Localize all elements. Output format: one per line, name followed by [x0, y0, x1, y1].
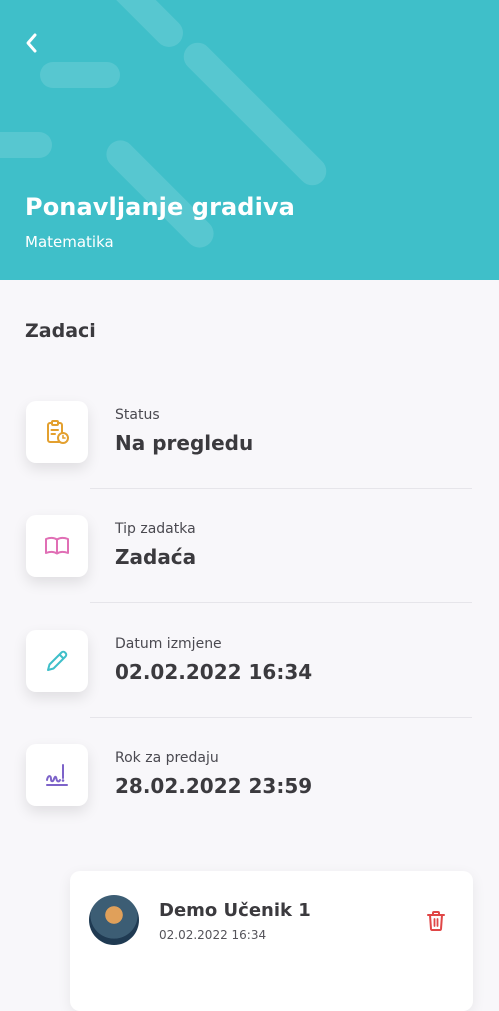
due-date-label: Rok za predaju — [115, 750, 219, 766]
divider — [90, 602, 472, 603]
decorative-stripe — [40, 62, 120, 88]
info-row-modified-date: Datum izmjene 02.02.2022 16:34 — [0, 630, 499, 744]
signature-icon — [46, 764, 68, 786]
status-value: Na pregledu — [115, 431, 254, 455]
icon-card — [26, 515, 88, 577]
task-type-label: Tip zadatka — [115, 521, 196, 537]
student-submission-card[interactable]: Demo Učenik 1 02.02.2022 16:34 — [70, 871, 473, 1011]
page-subtitle: Matematika — [25, 233, 114, 251]
page-title: Ponavljanje gradiva — [25, 193, 295, 221]
student-name: Demo Učenik 1 — [159, 900, 311, 921]
status-label: Status — [115, 407, 160, 423]
icon-card — [26, 744, 88, 806]
info-row-task-type: Tip zadatka Zadaća — [0, 515, 499, 629]
trash-icon — [427, 911, 445, 931]
info-row-due-date: Rok za predaju 28.02.2022 23:59 — [0, 744, 499, 858]
pencil-icon — [47, 650, 68, 671]
clipboard-clock-icon — [47, 420, 69, 444]
due-date-value: 28.02.2022 23:59 — [115, 774, 313, 798]
submission-date: 02.02.2022 16:34 — [159, 928, 267, 942]
modified-date-value: 02.02.2022 16:34 — [115, 660, 313, 684]
chevron-left-icon — [26, 33, 37, 53]
icon-card — [26, 630, 88, 692]
back-button[interactable] — [16, 28, 46, 58]
divider — [90, 717, 472, 718]
divider — [90, 488, 472, 489]
task-type-value: Zadaća — [115, 545, 197, 569]
info-row-status: Status Na pregledu — [0, 401, 499, 515]
book-open-icon — [45, 536, 69, 555]
decorative-stripe — [0, 132, 52, 158]
section-title: Zadaci — [25, 320, 96, 342]
decorative-stripe — [91, 0, 189, 53]
icon-card — [26, 401, 88, 463]
decorative-stripe — [177, 36, 333, 192]
avatar — [89, 895, 139, 945]
delete-button[interactable] — [423, 908, 449, 934]
header: Ponavljanje gradiva Matematika — [0, 0, 499, 280]
modified-date-label: Datum izmjene — [115, 636, 222, 652]
